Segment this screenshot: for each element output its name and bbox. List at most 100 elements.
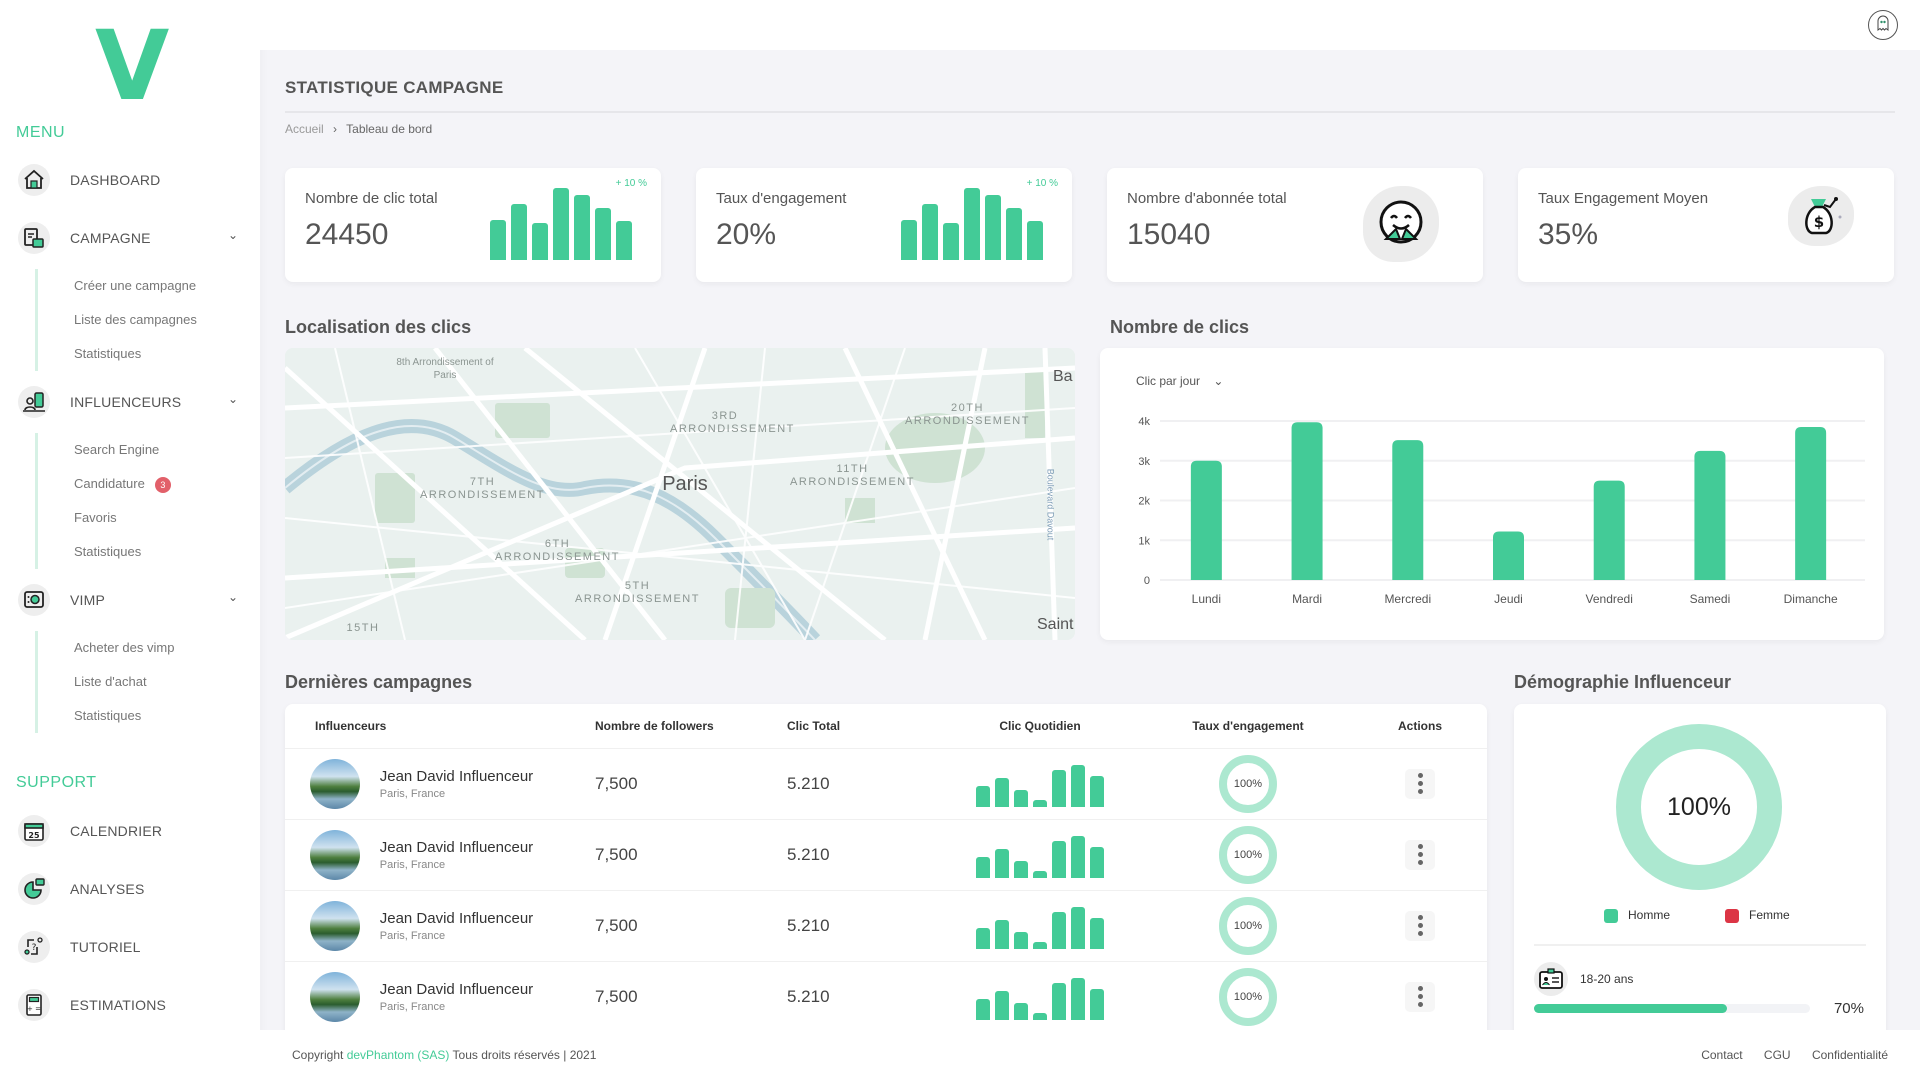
- sidebar-item-influenceurs[interactable]: INFLUENCEURS ⌄: [18, 382, 248, 422]
- influencer-location: Paris, France: [379, 787, 446, 800]
- legend-item-femme[interactable]: Femme: [1725, 908, 1790, 923]
- sidebar-item-campagne[interactable]: CAMPAGNE ⌄: [18, 218, 248, 258]
- bar-jeudi[interactable]: [1493, 531, 1524, 580]
- sidebar-item-tutoriel[interactable]: ? TUTORIEL: [18, 927, 248, 967]
- submenu-item-statistiques[interactable]: Statistiques: [38, 535, 171, 569]
- spark-bar: [995, 919, 1009, 949]
- chevron-down-icon[interactable]: ⌄: [228, 590, 238, 604]
- x-tick-label: Lundi: [1192, 592, 1221, 606]
- bar-mardi[interactable]: [1291, 422, 1323, 580]
- avatar[interactable]: [310, 900, 360, 951]
- age-group-progress: [1534, 1004, 1810, 1013]
- calendar-icon: 25: [18, 815, 50, 847]
- more-actions-button[interactable]: [1405, 910, 1435, 941]
- logo[interactable]: V: [95, 18, 169, 114]
- engagement-ring: 100%: [1219, 896, 1277, 955]
- legend-item-homme[interactable]: Homme: [1604, 908, 1670, 923]
- sidebar-item-estimations[interactable]: + = ESTIMATIONS: [18, 985, 248, 1025]
- breadcrumb-home-link[interactable]: Accueil: [285, 122, 324, 136]
- sidebar-item-dashboard[interactable]: DASHBOARD: [18, 160, 248, 200]
- demographics-card: 100% Homme Femme 18-20 ans 70%: [1514, 704, 1886, 1080]
- influencer-name[interactable]: Jean David Influenceur: [380, 910, 533, 927]
- submenu-item-creer-campagne[interactable]: Créer une campagne: [38, 269, 197, 303]
- profile-avatar-button[interactable]: [1868, 10, 1898, 40]
- vimp-icon: [18, 584, 50, 616]
- column-header[interactable]: Clic Total: [787, 704, 937, 748]
- submenu-item-statistiques[interactable]: Statistiques: [38, 337, 197, 371]
- sidebar-item-vimp[interactable]: VIMP ⌄: [18, 580, 248, 620]
- campaigns-title: Dernières campagnes: [285, 672, 473, 692]
- avatar[interactable]: [310, 758, 360, 809]
- sidebar-item-analyses[interactable]: ANALYSES: [18, 869, 248, 909]
- column-header[interactable]: Clic Quotidien: [937, 704, 1143, 748]
- spark-bar: [1014, 860, 1028, 878]
- column-header[interactable]: Actions: [1353, 704, 1487, 748]
- spark-bar: [1006, 208, 1022, 260]
- submenu-item-liste-achat[interactable]: Liste d'achat: [38, 665, 174, 699]
- chevron-down-icon[interactable]: ⌄: [228, 392, 238, 406]
- avatar[interactable]: [310, 829, 360, 880]
- influencer-name[interactable]: Jean David Influenceur: [380, 839, 533, 856]
- table-row[interactable]: Jean David Influenceur Paris, France 7,5…: [285, 747, 1487, 819]
- submenu-item-candidature[interactable]: Candidature 3: [38, 467, 171, 501]
- spark-bar: [1052, 840, 1066, 878]
- submenu-item-favoris[interactable]: Favoris: [38, 501, 171, 535]
- influenceurs-submenu: Search Engine Candidature 3 Favoris Stati…: [35, 433, 171, 569]
- engagement-ring: 100%: [1219, 967, 1277, 1026]
- kebab-dot: [1417, 860, 1423, 865]
- submenu-item-acheter-vimp[interactable]: Acheter des vimp: [38, 631, 174, 665]
- spark-bar: [976, 785, 990, 807]
- more-actions-button[interactable]: [1405, 839, 1435, 870]
- engagement-ring: 100%: [1219, 754, 1277, 813]
- more-actions-button[interactable]: [1405, 981, 1435, 1012]
- sidebar-item-label: VIMP: [70, 592, 106, 608]
- submenu-item-liste-campagnes[interactable]: Liste des campagnes: [38, 303, 197, 337]
- bar-samedi[interactable]: [1694, 450, 1726, 580]
- submenu-item-statistiques[interactable]: Statistiques: [38, 699, 174, 733]
- spark-bar: [976, 856, 990, 878]
- company-link[interactable]: devPhantom (SAS): [347, 1048, 450, 1062]
- spark-bar: [490, 220, 506, 260]
- avatar[interactable]: [310, 971, 360, 1022]
- home-icon: [18, 164, 50, 196]
- table-row[interactable]: Jean David Influenceur Paris, France 7,5…: [285, 818, 1487, 890]
- bar-dimanche[interactable]: [1795, 426, 1827, 580]
- kebab-dot: [1417, 994, 1423, 1000]
- influencer-location: Paris, France: [379, 858, 446, 871]
- table-row[interactable]: Jean David Influenceur Paris, France 7,5…: [285, 889, 1487, 961]
- column-header[interactable]: Taux d'engagement: [1143, 704, 1353, 748]
- more-actions-button[interactable]: [1405, 768, 1435, 799]
- bar-mercredi[interactable]: [1392, 440, 1424, 580]
- spark-bar: [1090, 846, 1104, 878]
- donut-center-value: 100%: [1667, 792, 1731, 821]
- map-label: 15TH: [346, 622, 380, 634]
- vimp-submenu: Acheter des vimp Liste d'achat Statistiq…: [35, 631, 174, 733]
- spark-bar: [1071, 906, 1085, 949]
- influencer-name[interactable]: Jean David Influenceur: [380, 768, 533, 785]
- table-row[interactable]: Jean David Influenceur Paris, France 7,5…: [285, 960, 1487, 1032]
- click-location-map[interactable]: 8th Arrondissement of Paris 3RD ARRONDIS…: [285, 348, 1075, 640]
- age-group-label: 18-20 ans: [1580, 972, 1634, 986]
- column-header[interactable]: Influenceurs: [285, 704, 595, 748]
- engagement-cell: 100%: [1143, 747, 1353, 819]
- clicks-cell: 5.210: [787, 818, 937, 890]
- bar-lundi[interactable]: [1190, 460, 1222, 580]
- footer-link-contact[interactable]: Contact: [1701, 1048, 1742, 1062]
- footer-link-cgu[interactable]: CGU: [1764, 1048, 1791, 1062]
- breadcrumb-current: Tableau de bord: [346, 122, 433, 136]
- sidebar-item-calendrier[interactable]: 25 CALENDRIER: [18, 811, 248, 851]
- chevron-down-icon[interactable]: ⌄: [228, 228, 238, 242]
- submenu-item-search-engine[interactable]: Search Engine: [38, 433, 171, 467]
- clicks-bar-chart: 0 1k 2k 3k 4k Lundi Mardi Mercredi Jeudi Vendredi…: [1138, 416, 1865, 606]
- followers-cell: 7,500: [595, 960, 787, 1032]
- main-content: STATISTIQUE CAMPAGNE Accueil › Tableau d…: [260, 50, 1920, 1080]
- actions-cell: [1353, 889, 1487, 961]
- spark-bar: [1027, 221, 1043, 260]
- influencer-name[interactable]: Jean David Influenceur: [380, 981, 533, 998]
- column-header[interactable]: Nombre de followers: [595, 704, 787, 748]
- footer-link-confidentialite[interactable]: Confidentialité: [1812, 1048, 1888, 1062]
- x-tick-label: Dimanche: [1784, 592, 1838, 606]
- stat-value: 35%: [1538, 218, 1599, 251]
- sidebar-item-label: ESTIMATIONS: [70, 997, 167, 1013]
- bar-vendredi[interactable]: [1593, 480, 1625, 580]
